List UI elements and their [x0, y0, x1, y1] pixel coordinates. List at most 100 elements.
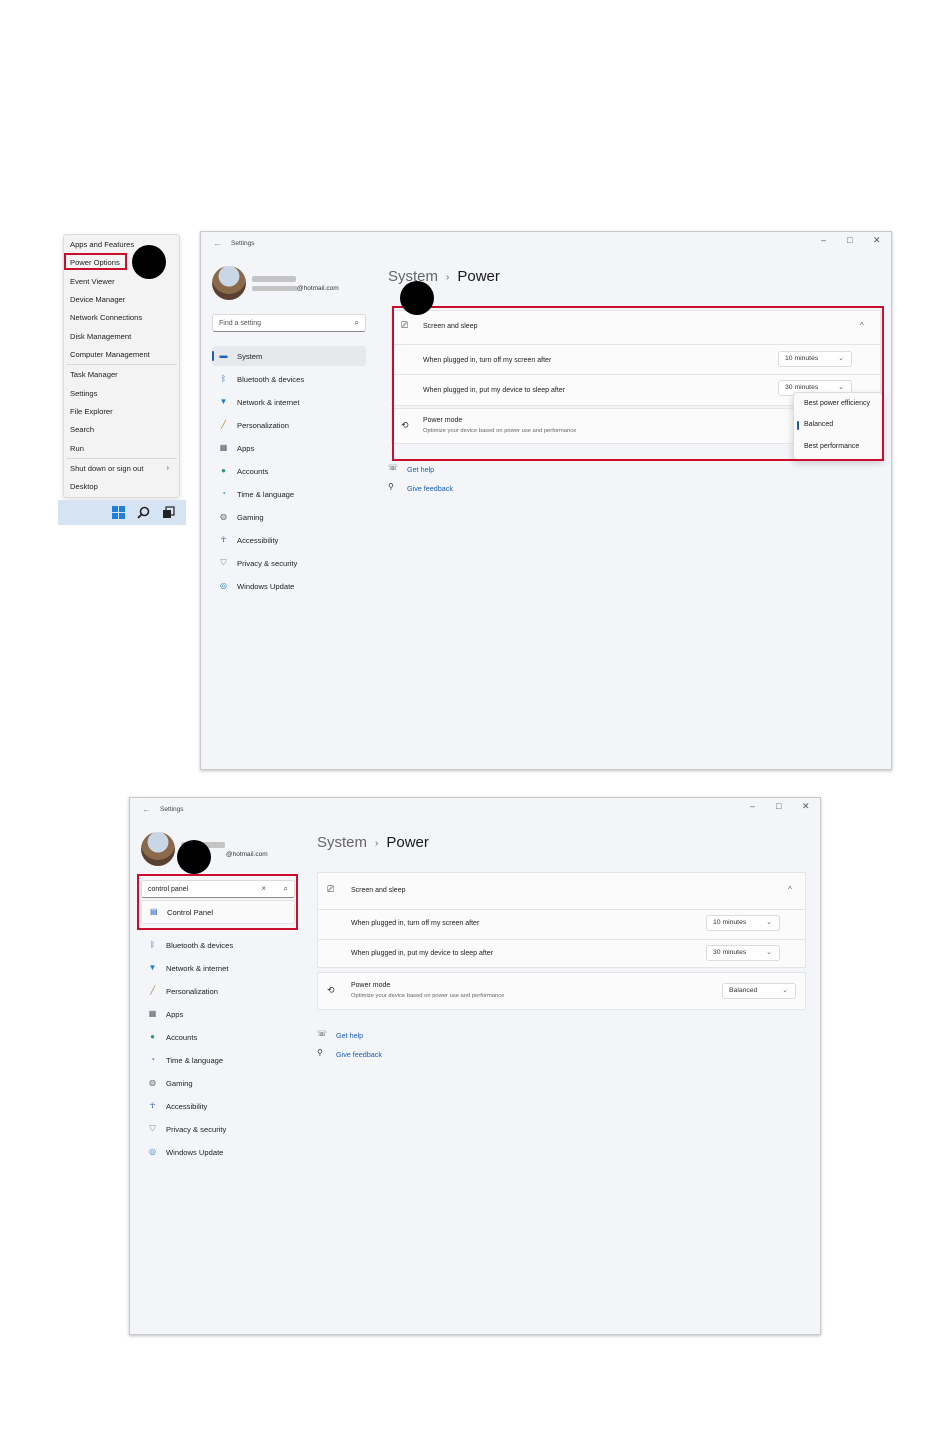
blurred-email-prefix	[252, 286, 298, 291]
screen-off-label: When plugged in, turn off my screen afte…	[351, 920, 480, 927]
step-marker	[132, 245, 166, 279]
winx-context-menu: Apps and Features Power Options Event Vi…	[63, 234, 180, 498]
close-icon[interactable]: ✕	[802, 801, 810, 812]
sidebar-item-accounts[interactable]: Accounts	[237, 467, 268, 476]
sidebar-item-network[interactable]: Network & internet	[166, 964, 228, 973]
screen-off-row: When plugged in, turn off my screen afte…	[318, 909, 805, 940]
sidebar-item-network[interactable]: Network & internet	[237, 398, 299, 407]
sidebar-item-apps[interactable]: Apps	[166, 1010, 183, 1019]
sidebar-item-personalization[interactable]: Personalization	[166, 987, 218, 996]
accounts-icon: ●	[221, 466, 226, 475]
highlight-search-control-panel	[137, 874, 298, 930]
find-setting-input[interactable]: Find a setting ⌕	[212, 314, 366, 332]
avatar[interactable]	[212, 266, 246, 300]
sidebar-item-windows-update[interactable]: Windows Update	[166, 1148, 223, 1157]
help-icon: ☏	[388, 463, 399, 472]
sidebar-item-accessibility[interactable]: Accessibility	[166, 1102, 207, 1111]
sidebar-item-privacy[interactable]: Privacy & security	[166, 1125, 226, 1134]
sidebar-item-gaming[interactable]: Gaming	[166, 1079, 193, 1088]
get-help-link[interactable]: Get help	[336, 1031, 363, 1040]
window-title: Settings	[231, 240, 255, 247]
breadcrumb-parent[interactable]: System	[317, 834, 367, 851]
maximize-icon[interactable]: □	[776, 801, 781, 811]
sidebar-item-apps[interactable]: Apps	[237, 444, 254, 453]
sidebar-item-gaming[interactable]: Gaming	[237, 513, 264, 522]
menu-item-shut-down[interactable]: Shut down or sign out	[70, 464, 143, 473]
windows-logo-icon[interactable]	[112, 506, 125, 519]
menu-separator	[66, 458, 177, 459]
chevron-up-icon[interactable]: ^	[788, 885, 792, 894]
menu-item-task-manager[interactable]: Task Manager	[70, 370, 118, 379]
sidebar-item-bluetooth[interactable]: Bluetooth & devices	[237, 375, 304, 384]
sidebar-item-system[interactable]: System	[237, 352, 262, 361]
update-icon: ◎	[220, 581, 227, 590]
give-feedback-link[interactable]: Give feedback	[336, 1050, 382, 1059]
wifi-icon: ▼	[148, 963, 157, 972]
apps-icon: ▦	[148, 1009, 157, 1018]
sleep-value: 30 minutes	[713, 949, 747, 956]
avatar[interactable]	[141, 832, 175, 866]
sidebar-item-time-language[interactable]: Time & language	[237, 490, 294, 499]
page-title: Power	[457, 268, 500, 285]
sidebar-item-personalization[interactable]: Personalization	[237, 421, 289, 430]
menu-item-settings[interactable]: Settings	[70, 389, 97, 398]
menu-item-apps-features[interactable]: Apps and Features	[70, 240, 134, 249]
chevron-down-icon: ⌄	[766, 949, 772, 956]
menu-item-event-viewer[interactable]: Event Viewer	[70, 277, 115, 286]
globe-icon: ◔	[221, 489, 226, 498]
back-arrow-icon[interactable]: ←	[142, 804, 151, 814]
menu-item-disk-management[interactable]: Disk Management	[70, 332, 131, 341]
shield-icon: ⛉	[220, 558, 227, 567]
screen-sleep-card: ⎚ Screen and sleep ^ When plugged in, tu…	[317, 872, 806, 968]
search-icon[interactable]	[137, 506, 150, 519]
power-mode-dropdown[interactable]: Balanced ⌄	[722, 983, 796, 999]
minimize-icon[interactable]: –	[821, 235, 826, 245]
maximize-icon[interactable]: □	[847, 235, 852, 245]
menu-item-device-manager[interactable]: Device Manager	[70, 295, 125, 304]
sidebar-item-windows-update[interactable]: Windows Update	[237, 582, 294, 591]
sidebar-item-privacy[interactable]: Privacy & security	[237, 559, 297, 568]
chevron-down-icon: ⌄	[766, 919, 772, 926]
account-email: @hotmail.com	[226, 851, 268, 858]
menu-item-search[interactable]: Search	[70, 425, 94, 434]
sidebar-item-bluetooth[interactable]: Bluetooth & devices	[166, 941, 233, 950]
menu-item-network-connections[interactable]: Network Connections	[70, 313, 142, 322]
brush-icon: ╱	[150, 986, 155, 995]
screen-sleep-icon: ⎚	[327, 884, 335, 894]
close-icon[interactable]: ✕	[873, 235, 881, 246]
menu-item-file-explorer[interactable]: File Explorer	[70, 407, 113, 416]
account-email: @hotmail.com	[297, 285, 339, 292]
screen-sleep-title: Screen and sleep	[351, 887, 406, 894]
accounts-icon: ●	[150, 1032, 155, 1041]
bluetooth-icon: ᛒ	[150, 940, 155, 949]
gaming-icon: ◍	[149, 1078, 156, 1087]
get-help-link[interactable]: Get help	[407, 465, 434, 474]
back-arrow-icon[interactable]: ←	[213, 238, 222, 248]
screen-off-dropdown[interactable]: 10 minutes ⌄	[706, 915, 780, 931]
gaming-icon: ◍	[220, 512, 227, 521]
menu-item-computer-management[interactable]: Computer Management	[70, 350, 150, 359]
update-icon: ◎	[149, 1147, 156, 1156]
nav-selected-background	[212, 346, 366, 366]
sidebar-item-accessibility[interactable]: Accessibility	[237, 536, 278, 545]
accessibility-icon: ☥	[220, 535, 227, 544]
breadcrumb-separator: ›	[375, 837, 379, 849]
sleep-dropdown[interactable]: 30 minutes ⌄	[706, 945, 780, 961]
sidebar-item-accounts[interactable]: Accounts	[166, 1033, 197, 1042]
power-mode-icon: ⟲	[327, 985, 335, 995]
accessibility-icon: ☥	[149, 1101, 156, 1110]
task-view-icon[interactable]	[162, 506, 175, 519]
screen-off-value: 10 minutes	[713, 919, 747, 926]
power-mode-description: Optimize your device based on power use …	[351, 993, 505, 999]
menu-item-run[interactable]: Run	[70, 444, 84, 453]
menu-item-desktop[interactable]: Desktop	[70, 482, 98, 491]
menu-separator	[66, 364, 177, 365]
feedback-icon: ⚲	[388, 482, 394, 491]
give-feedback-link[interactable]: Give feedback	[407, 484, 453, 493]
sidebar-item-time-language[interactable]: Time & language	[166, 1056, 223, 1065]
minimize-icon[interactable]: –	[750, 801, 755, 811]
sleep-label: When plugged in, put my device to sleep …	[351, 950, 494, 957]
breadcrumb: System › Power	[317, 834, 429, 851]
window-title: Settings	[160, 806, 184, 813]
step-marker	[400, 281, 434, 315]
